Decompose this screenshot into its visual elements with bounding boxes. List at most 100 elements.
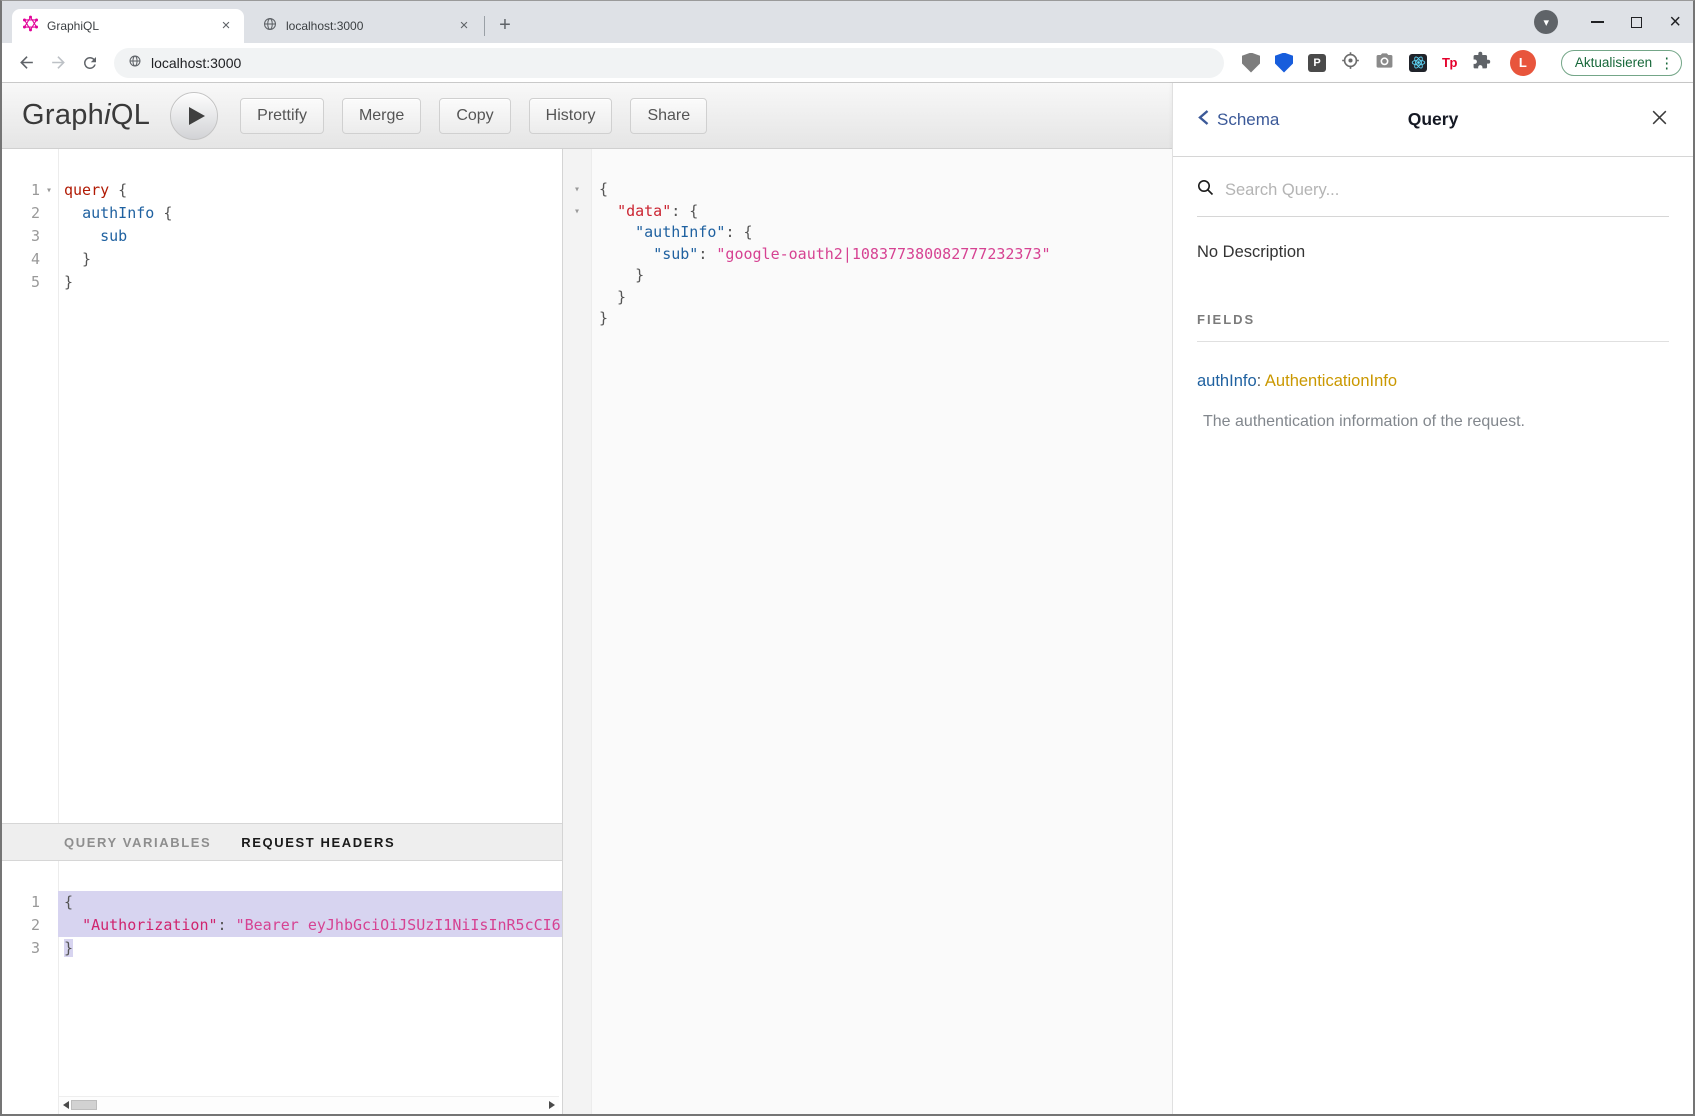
doc-close-icon[interactable] [1650, 108, 1669, 132]
graphql-logo-icon [22, 15, 39, 37]
history-button[interactable]: History [529, 98, 613, 134]
fold-spacer [40, 914, 58, 937]
tab-close-icon[interactable]: × [218, 18, 234, 34]
tp-extension-icon[interactable]: Tp [1442, 55, 1457, 70]
update-browser-button[interactable]: Aktualisieren ⋮ [1561, 50, 1682, 76]
fold-icon[interactable]: ▾ [568, 179, 586, 201]
field-name-link[interactable]: authInfo [1197, 372, 1257, 390]
doc-search-input[interactable] [1225, 181, 1669, 200]
merge-button[interactable]: Merge [342, 98, 421, 134]
fold-spacer [40, 248, 58, 271]
field-description: The authentication information of the re… [1197, 413, 1669, 431]
play-icon [189, 107, 205, 125]
doc-back-link[interactable]: Schema [1197, 109, 1408, 131]
bitwarden-extension-icon[interactable] [1275, 53, 1293, 73]
profile-avatar[interactable]: L [1510, 50, 1536, 76]
graphiql-logo: GraphiQL [22, 99, 150, 132]
code-token: "sub" [653, 245, 698, 263]
tab-graphiql[interactable]: GraphiQL × [12, 9, 244, 43]
doc-title: Query [1408, 109, 1459, 130]
code-line: 4 } [2, 248, 562, 271]
scroll-left-icon[interactable] [63, 1101, 69, 1109]
doc-back-label: Schema [1217, 110, 1279, 130]
line-number: 1 [2, 179, 40, 202]
code-line: 2 "Authorization": "Bearer eyJhbGciOiJSU… [2, 914, 562, 937]
fold-spacer [568, 287, 586, 309]
ublock-extension-icon[interactable] [1242, 53, 1260, 73]
address-text: localhost:3000 [151, 55, 241, 71]
copy-button[interactable]: Copy [439, 98, 510, 134]
code-line: 1▾ query { [2, 179, 562, 202]
code-token: } [599, 288, 626, 306]
scroll-right-icon[interactable] [549, 1101, 555, 1109]
back-icon[interactable] [12, 49, 40, 77]
fold-spacer [568, 244, 586, 266]
code-line: } [563, 265, 1172, 287]
minimize-button[interactable] [1591, 21, 1604, 23]
update-label: Aktualisieren [1575, 55, 1652, 70]
menu-dots-icon[interactable]: ⋮ [1659, 54, 1674, 72]
doc-explorer: Schema Query No Description FIELDS [1172, 83, 1693, 1114]
code-line: "authInfo": { [563, 222, 1172, 244]
code-token: authInfo [82, 204, 154, 222]
line-number: 2 [2, 202, 40, 225]
code-line: 3 sub [2, 225, 562, 248]
fold-spacer [568, 222, 586, 244]
code-token: "data" [617, 202, 671, 220]
line-number: 4 [2, 248, 40, 271]
fold-icon[interactable]: ▾ [40, 179, 58, 202]
crosshair-extension-icon[interactable] [1341, 51, 1360, 75]
fields-heading: FIELDS [1197, 312, 1669, 342]
code-token: { [154, 204, 172, 222]
maximize-button[interactable] [1631, 17, 1642, 28]
window-close-button[interactable]: × [1669, 13, 1681, 31]
code-line: 5} [2, 271, 562, 294]
line-number: 1 [2, 891, 40, 914]
scrollbar-thumb[interactable] [71, 1100, 97, 1110]
graphiql-app: GraphiQL Prettify Merge Copy History Sha… [2, 83, 1693, 1114]
code-token: "Authorization" [82, 916, 217, 934]
code-token: : { [671, 202, 698, 220]
puzzle-extensions-icon[interactable] [1472, 51, 1491, 75]
execute-button[interactable] [170, 92, 218, 140]
fold-spacer [568, 265, 586, 287]
code-token: query [64, 181, 109, 199]
code-token: : [698, 245, 716, 263]
camera-extension-icon[interactable] [1375, 51, 1394, 75]
share-button[interactable]: Share [630, 98, 707, 134]
code-line: "sub": "google-oauth2|108377380082777232… [563, 244, 1172, 266]
request-headers-editor[interactable]: 1{2 "Authorization": "Bearer eyJhbGciOiJ… [2, 861, 562, 1114]
code-token [64, 916, 82, 934]
tab-query-variables[interactable]: QUERY VARIABLES [64, 835, 211, 850]
prettify-button[interactable]: Prettify [240, 98, 324, 134]
download-icon[interactable]: ▾ [1534, 10, 1558, 34]
forward-icon[interactable] [44, 49, 72, 77]
reload-icon[interactable] [76, 49, 104, 77]
horizontal-scrollbar[interactable] [59, 1096, 559, 1112]
address-bar[interactable]: localhost:3000 [114, 48, 1224, 78]
field-type-link[interactable]: AuthenticationInfo [1265, 372, 1397, 390]
fold-spacer [40, 225, 58, 248]
fold-icon[interactable]: ▾ [568, 201, 586, 223]
variable-editor-tabs: QUERY VARIABLES REQUEST HEADERS [2, 823, 562, 861]
doc-search [1197, 157, 1669, 217]
code-token: : { [725, 223, 752, 241]
browser-window: GraphiQL × localhost:3000 × + ▾ × [0, 0, 1695, 1116]
code-line: 2 authInfo { [2, 202, 562, 225]
tab-localhost[interactable]: localhost:3000 × [252, 9, 482, 43]
chevron-left-icon [1197, 109, 1210, 131]
graphiql-topbar: GraphiQL Prettify Merge Copy History Sha… [2, 83, 1172, 149]
code-token [599, 245, 653, 263]
new-tab-button[interactable]: + [491, 11, 519, 39]
tab-close-icon[interactable]: × [456, 18, 472, 34]
p-extension-icon[interactable]: P [1308, 54, 1326, 72]
react-devtools-extension-icon[interactable] [1409, 54, 1427, 72]
tab-request-headers[interactable]: REQUEST HEADERS [241, 835, 395, 850]
fold-spacer [40, 271, 58, 294]
query-editor[interactable]: 1▾ query {2 authInfo {3 sub4 }5} [2, 149, 562, 823]
code-line: ▾{ [563, 179, 1172, 201]
line-number: 3 [2, 225, 40, 248]
line-number: 3 [2, 937, 40, 960]
code-token: { [109, 181, 127, 199]
code-token: "google-oauth2|108377380082777232373" [716, 245, 1050, 263]
